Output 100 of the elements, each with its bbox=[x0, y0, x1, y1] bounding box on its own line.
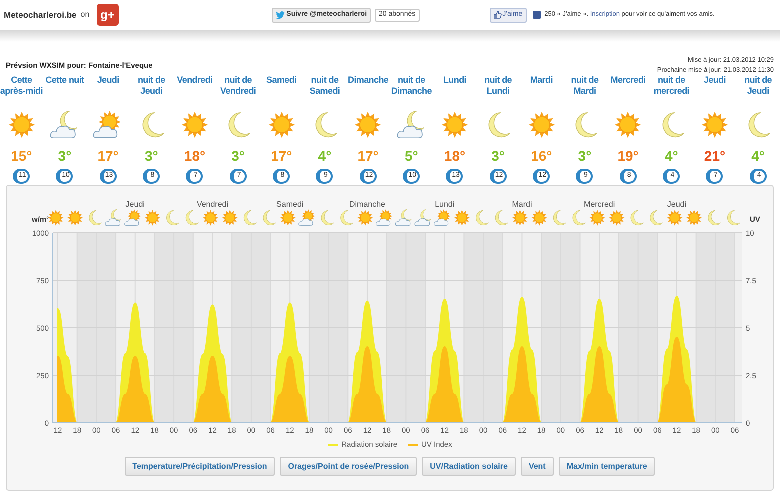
sun-icon bbox=[48, 210, 64, 226]
sun-icon bbox=[222, 210, 238, 226]
sun-icon bbox=[180, 110, 210, 140]
cloud-moon-icon bbox=[414, 210, 431, 226]
on-label: on bbox=[80, 9, 90, 21]
sun-icon bbox=[613, 110, 644, 140]
sun-icon bbox=[144, 210, 161, 226]
temperature: 3° bbox=[578, 148, 592, 164]
moon-icon bbox=[322, 210, 334, 226]
moon-icon bbox=[476, 210, 489, 226]
moon-icon bbox=[244, 210, 257, 226]
period-label: Cette nuit bbox=[46, 75, 84, 87]
chart-tab-button[interactable]: Max/min temperature bbox=[558, 457, 656, 476]
facebook-icon bbox=[532, 11, 541, 19]
sun-icon bbox=[358, 210, 374, 226]
period-label: Vendredi bbox=[177, 75, 213, 87]
sun-icon bbox=[266, 110, 297, 140]
cloud-moon-icon bbox=[396, 110, 427, 140]
sun-icon bbox=[353, 110, 384, 140]
period-label: Mercredi bbox=[610, 75, 646, 87]
period-label: Mardi bbox=[530, 75, 553, 87]
sun-cloud-icon bbox=[376, 210, 393, 226]
sun-icon bbox=[609, 210, 625, 226]
temperature: 19° bbox=[618, 148, 639, 164]
moon-icon bbox=[264, 210, 276, 226]
period-label: Cette après-midi bbox=[0, 75, 44, 98]
sun-cloud-icon bbox=[298, 210, 316, 226]
day-label: Lundi bbox=[435, 200, 455, 209]
day-label: Vendredi bbox=[196, 200, 229, 209]
sun-icon bbox=[512, 210, 528, 226]
moon-icon bbox=[573, 210, 586, 226]
bird-icon bbox=[276, 11, 285, 19]
site-name: Meteocharleroi.be bbox=[4, 8, 77, 22]
chart-tab-button[interactable]: Temperature/Précipitation/Pression bbox=[124, 457, 276, 476]
moon-icon bbox=[631, 210, 644, 226]
moon-icon bbox=[186, 210, 199, 226]
sun-cloud-icon bbox=[93, 110, 124, 140]
period-label: nuit de Lundi bbox=[484, 75, 514, 98]
cloud-moon-icon bbox=[396, 210, 412, 226]
temperature: 4° bbox=[752, 148, 766, 164]
day-label: Dimanche bbox=[349, 200, 386, 209]
moon-icon bbox=[340, 210, 354, 226]
thumbs-up-icon bbox=[494, 11, 502, 19]
moon-icon bbox=[728, 210, 740, 226]
temperature: 3° bbox=[232, 148, 246, 164]
sun-icon bbox=[454, 210, 470, 226]
temperature: 3° bbox=[492, 148, 506, 164]
sun-icon bbox=[532, 210, 548, 226]
temperature: 15° bbox=[11, 148, 32, 164]
sun-icon bbox=[526, 110, 557, 140]
sun-cloud-icon bbox=[434, 210, 451, 226]
period-label: Jeudi bbox=[704, 75, 726, 87]
period-label: Samedi bbox=[266, 75, 297, 87]
day-label: Jeudi bbox=[126, 200, 145, 209]
moon-icon bbox=[166, 210, 180, 226]
chart-tab-button[interactable]: UV/Radiation solaire bbox=[422, 457, 516, 476]
period-label: Dimanche bbox=[348, 75, 389, 87]
chart-tab-button[interactable]: Orages/Point de rosée/Pression bbox=[280, 457, 418, 476]
temperature: 18° bbox=[444, 148, 466, 164]
temperature: 18° bbox=[184, 148, 206, 164]
sun-icon bbox=[67, 210, 84, 226]
moon-icon bbox=[554, 210, 566, 226]
moon-icon bbox=[89, 210, 102, 226]
sun-icon bbox=[280, 210, 296, 226]
temperature: 17° bbox=[98, 148, 119, 164]
gplus-logo[interactable]: g+ bbox=[96, 4, 119, 26]
sun-icon bbox=[667, 210, 683, 226]
moon-icon bbox=[496, 210, 508, 226]
moon-icon bbox=[708, 210, 721, 226]
sun-icon bbox=[440, 110, 470, 140]
period-label: nuit de Mardi bbox=[570, 75, 600, 98]
moon-icon bbox=[650, 210, 663, 226]
day-label: Jeudi bbox=[667, 200, 687, 209]
temperature: 21° bbox=[704, 148, 726, 164]
chart-tab-button[interactable]: Vent bbox=[520, 457, 554, 476]
temperature: 4° bbox=[318, 148, 332, 164]
temperature: 16° bbox=[531, 148, 552, 164]
temperature: 17° bbox=[358, 148, 379, 164]
sun-icon bbox=[590, 210, 606, 226]
period-label: nuit de Dimanche bbox=[390, 75, 433, 98]
sun-cloud-icon bbox=[124, 210, 142, 226]
period-label: nuit de Jeudi bbox=[744, 75, 774, 98]
cloud-moon-icon bbox=[105, 210, 122, 226]
period-label: nuit de Jeudi bbox=[136, 75, 166, 98]
sun-icon bbox=[202, 210, 219, 226]
day-label: Mardi bbox=[512, 200, 532, 209]
temperature: 5° bbox=[404, 148, 418, 164]
day-label: Samedi bbox=[276, 200, 304, 209]
sun-icon bbox=[686, 210, 702, 226]
period-label: nuit de mercredi bbox=[652, 75, 690, 98]
period-label: Lundi bbox=[443, 75, 466, 87]
temperature: 4° bbox=[664, 148, 678, 164]
period-label: nuit de Vendredi bbox=[220, 75, 258, 98]
temperature: 3° bbox=[144, 148, 158, 164]
period-label: Jeudi bbox=[97, 75, 120, 87]
sun-icon bbox=[700, 110, 730, 140]
temperature: 17° bbox=[271, 148, 292, 164]
temperature: 3° bbox=[58, 148, 72, 164]
day-label: Mercredi bbox=[584, 200, 616, 209]
cloud-moon-icon bbox=[50, 110, 80, 140]
